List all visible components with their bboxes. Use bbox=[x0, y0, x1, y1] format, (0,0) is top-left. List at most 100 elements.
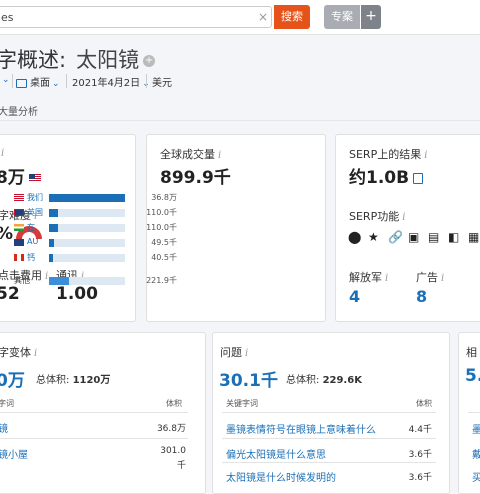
gallery-icon[interactable]: ▦ bbox=[468, 230, 479, 244]
plus-button[interactable]: + bbox=[361, 5, 381, 29]
country-code: 钙 bbox=[27, 253, 35, 262]
pla-label: 解放军 i bbox=[349, 269, 388, 285]
ads-label: 广告 i bbox=[416, 269, 444, 285]
variants-text: 字变体 bbox=[0, 346, 31, 359]
variant-keyword-link[interactable]: 镜 bbox=[0, 420, 8, 435]
questions-value[interactable]: 30.1千 bbox=[219, 366, 278, 391]
variants-total-value: 1120万 bbox=[72, 375, 111, 386]
faq-icon[interactable]: ▤ bbox=[428, 230, 439, 244]
related-value[interactable]: 5. bbox=[465, 366, 480, 386]
link-icon[interactable]: 🔗 bbox=[388, 230, 403, 244]
au-flag-icon bbox=[14, 239, 24, 246]
global-volume-text: 全球成交量 bbox=[160, 148, 215, 161]
volume-bar-fill bbox=[49, 194, 125, 202]
expert-button[interactable]: 专案 bbox=[324, 5, 360, 29]
volume-bar bbox=[49, 254, 125, 262]
divider bbox=[468, 412, 480, 413]
global-volume-label: 全球成交量 i bbox=[160, 146, 221, 162]
serp-features-text: SERP功能 bbox=[349, 210, 400, 223]
search-input[interactable]: es bbox=[0, 6, 272, 28]
keyword-text: 太阳镜 bbox=[76, 48, 140, 72]
country-volume: 110.0千 bbox=[146, 223, 177, 232]
add-icon[interactable]: + bbox=[143, 55, 156, 67]
divider bbox=[66, 74, 67, 88]
divider bbox=[222, 438, 436, 439]
image-icon[interactable]: ▣ bbox=[408, 230, 419, 244]
country-filter[interactable]: ⌄ bbox=[0, 74, 10, 85]
chevron-down-icon: ⌄ bbox=[52, 79, 60, 89]
volume-bar bbox=[49, 239, 125, 247]
ca-flag-icon bbox=[14, 254, 24, 261]
location-icon[interactable]: ⬤ bbox=[348, 230, 361, 244]
variants-value[interactable]: 0万 bbox=[0, 366, 25, 391]
questions-total-value: 229.6K bbox=[322, 375, 362, 386]
info-icon[interactable]: i bbox=[441, 273, 444, 284]
difficulty-value: % bbox=[0, 224, 13, 244]
info-icon[interactable]: i bbox=[402, 212, 405, 223]
question-volume: 3.6千 bbox=[408, 450, 432, 460]
us-flag-icon bbox=[28, 174, 41, 182]
pla-value[interactable]: 4 bbox=[349, 287, 360, 306]
top-bar: es × 搜索 专案 + bbox=[0, 0, 480, 35]
questions-label: 问题 i bbox=[220, 344, 248, 360]
country-code: 英国 bbox=[27, 208, 43, 217]
info-icon[interactable]: i bbox=[424, 150, 427, 161]
divider bbox=[0, 438, 188, 439]
question-keyword-link[interactable]: 墨镜表情符号在眼镜上意味着什么 bbox=[226, 421, 376, 436]
info-icon[interactable]: i bbox=[1, 148, 4, 159]
title-text: 字概述: bbox=[0, 48, 67, 72]
in-flag-icon bbox=[14, 224, 24, 231]
volume-bar-fill bbox=[49, 254, 53, 262]
questions-col-volume: 体积 bbox=[416, 399, 432, 408]
competition-value: 1.00 bbox=[56, 284, 98, 304]
country-volume: 49.5千 bbox=[151, 238, 177, 247]
volume-bar-fill bbox=[49, 224, 59, 232]
ads-value[interactable]: 8 bbox=[416, 287, 427, 306]
volume-bar bbox=[49, 209, 125, 217]
country-code: AU bbox=[27, 237, 39, 246]
divider bbox=[222, 412, 436, 413]
section-label: 大量分析 bbox=[0, 107, 38, 118]
variant-keyword-link[interactable]: 镜小屋 bbox=[0, 446, 28, 461]
global-volume-value: 899.9千 bbox=[160, 168, 231, 188]
search-button[interactable]: 搜索 bbox=[274, 5, 310, 29]
info-icon[interactable]: i bbox=[45, 271, 48, 282]
related-keyword-link[interactable]: 戴 bbox=[472, 446, 480, 461]
divider bbox=[0, 120, 480, 121]
country-volume: 36.8万 bbox=[151, 193, 177, 202]
volume-bar-fill bbox=[49, 239, 54, 247]
info-icon[interactable]: i bbox=[34, 348, 37, 359]
date-filter[interactable]: 2021年4月2日⌄ bbox=[72, 74, 150, 89]
serp-results-text: SERP上的结果 bbox=[349, 148, 422, 161]
question-volume: 4.4千 bbox=[408, 425, 432, 435]
clear-icon[interactable]: × bbox=[258, 10, 268, 24]
device-label: 桌面 bbox=[30, 78, 50, 89]
pla-text: 解放军 bbox=[349, 271, 382, 284]
question-keyword-link[interactable]: 太阳镜是什么时候发明的 bbox=[226, 469, 336, 484]
variant-volume-unit: 千 bbox=[176, 461, 186, 471]
question-keyword-link[interactable]: 偏光太阳镜是什么意思 bbox=[226, 446, 326, 461]
device-filter[interactable]: 桌面 ⌄ bbox=[16, 74, 60, 89]
questions-total: 总体积: 229.6K bbox=[286, 371, 362, 386]
divider bbox=[12, 74, 13, 88]
star-icon[interactable]: ★ bbox=[368, 230, 379, 244]
volume-bar-fill bbox=[49, 209, 59, 217]
info-icon[interactable]: i bbox=[385, 273, 388, 284]
questions-col-keyword: 关键字词 bbox=[226, 399, 258, 408]
info-icon[interactable]: i bbox=[245, 348, 248, 359]
related-keyword-link[interactable]: 买 bbox=[472, 469, 480, 484]
country-volume: 110.0千 bbox=[146, 208, 177, 217]
other-volume: 221.9千 bbox=[146, 276, 177, 285]
ads-text: 广告 bbox=[416, 271, 438, 284]
document-icon[interactable] bbox=[413, 172, 424, 184]
other-label: 其他 bbox=[14, 276, 30, 285]
divider bbox=[146, 74, 147, 88]
country-volume: 40.5千 bbox=[151, 253, 177, 262]
knowledge-panel-icon[interactable]: ◧ bbox=[448, 230, 459, 244]
variants-total-label: 总体积: bbox=[36, 375, 70, 386]
volume-bar bbox=[49, 224, 125, 232]
variant-volume: 36.8万 bbox=[156, 424, 186, 434]
variants-col-keyword: 字词 bbox=[0, 399, 14, 408]
info-icon[interactable]: i bbox=[218, 150, 221, 161]
related-keyword-link[interactable]: 墨 bbox=[472, 421, 480, 436]
